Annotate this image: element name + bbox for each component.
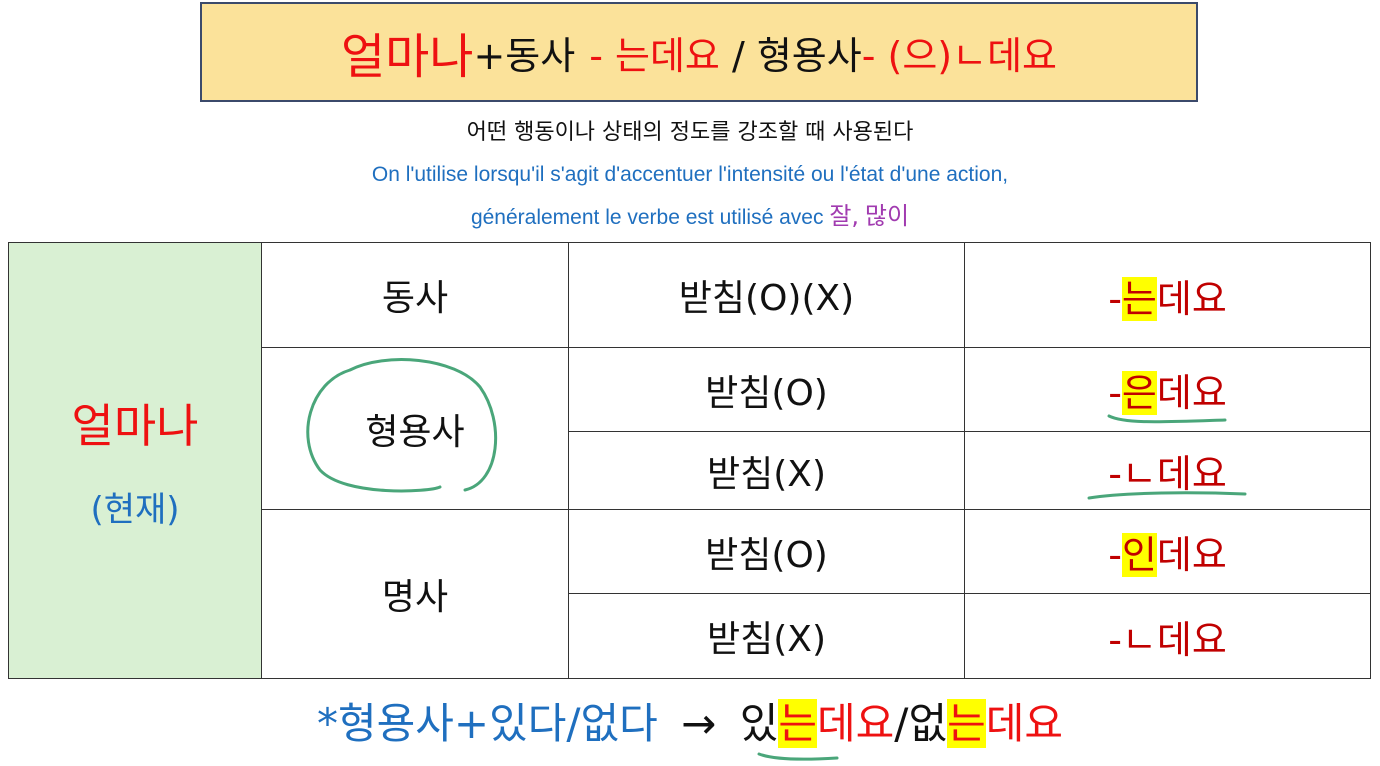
bottom-word1-stem: 있	[739, 699, 779, 748]
pos-adjective-cell: 형용사	[261, 347, 569, 510]
ending-cell: -ㄴ데요	[964, 593, 1371, 679]
ending-prefix: -	[1108, 533, 1122, 577]
present-tense-label: (현재)	[90, 490, 180, 530]
ending-highlight: 는	[1121, 276, 1157, 321]
title-box: 얼마나 +동사 - 는데요 / 형용사 - (으)ㄴ데요	[200, 2, 1198, 102]
title-part-verb-ending: - 는데요	[589, 33, 720, 78]
batchim-cell: 받침(O)(X)	[568, 242, 965, 348]
ending-highlight: 인	[1121, 533, 1157, 577]
ending-cell: -는데요	[964, 242, 1371, 348]
ending-suffix: 데요	[1156, 371, 1227, 415]
grammar-table: 얼마나 (현재) 동사 받침(O)(X) -는데요 형용사 받침(O) -은데요…	[8, 242, 1371, 679]
ending-highlight: 은	[1121, 371, 1157, 415]
ending-suffix: 데요	[1156, 533, 1227, 577]
title-part-verb: +동사	[473, 33, 576, 78]
title-part-adj-ending: - (으)ㄴ데요	[861, 33, 1058, 78]
pos-adjective-label: 형용사	[365, 411, 465, 453]
green-underline-annotation	[1107, 414, 1227, 424]
subtitle-french-line1: On l'utilise lorsqu'il s'agit d'accentue…	[371, 163, 1009, 186]
ending-cell: -은데요	[964, 347, 1371, 432]
ending-prefix: -	[1108, 371, 1122, 415]
eolmana-label: 얼마나	[71, 399, 199, 453]
ending-suffix: 데요	[1156, 617, 1227, 662]
example-word-mani: 많이	[864, 202, 910, 230]
bottom-rule: *형용사+있다/없다	[316, 699, 658, 748]
ending-cell: -ㄴ데요	[964, 431, 1371, 510]
green-underline-annotation	[1087, 491, 1247, 500]
ending-cell: -인데요	[964, 509, 1371, 594]
bottom-word2-highlight: 는	[947, 699, 986, 748]
bottom-slash: /	[894, 699, 909, 748]
batchim-cell: 받침(X)	[568, 431, 965, 510]
batchim-cell: 받침(X)	[568, 593, 965, 679]
subtitle-french-line2: généralement le verbe est utilisé avec 잘…	[0, 196, 1380, 231]
ending-prefix: -	[1108, 276, 1122, 321]
batchim-cell: 받침(O)	[568, 347, 965, 432]
subtitle-korean: 어떤 행동이나 상태의 정도를 강조할 때 사용된다	[466, 120, 914, 145]
bottom-word1-highlight: 는	[778, 699, 818, 748]
eolmana-cell: 얼마나 (현재)	[8, 242, 262, 679]
green-underline-annotation	[757, 752, 839, 761]
title-part-eolmana: 얼마나	[340, 29, 474, 85]
title-part-adjective: / 형용사	[719, 33, 862, 78]
ending-prefix: -ㄴ	[1108, 617, 1157, 662]
pos-noun-cell: 명사	[261, 509, 569, 679]
example-word-jal: 잘	[829, 202, 852, 230]
arrow-icon: →	[681, 699, 717, 748]
table-row: 얼마나 (현재) 동사 받침(O)(X) -는데요	[8, 242, 1371, 679]
bottom-word2-ending: 데요	[985, 699, 1064, 748]
bottom-word1-ending: 데요	[817, 699, 895, 748]
batchim-cell: 받침(O)	[568, 509, 965, 594]
bottom-word2-stem: 없	[908, 699, 948, 748]
subtitle-french-text: généralement le verbe est utilisé avec	[470, 206, 824, 229]
ending-suffix: 데요	[1156, 276, 1227, 321]
bottom-note: *형용사+있다/없다 → 있는데요/없는데요	[0, 690, 1380, 751]
pos-verb-cell: 동사	[261, 242, 569, 348]
example-comma: ,	[851, 202, 860, 230]
